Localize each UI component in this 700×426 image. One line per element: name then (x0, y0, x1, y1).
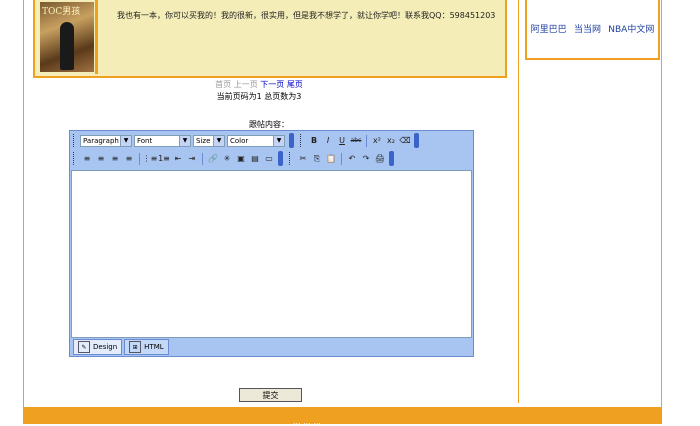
copy-icon[interactable]: ⎘ (311, 153, 323, 165)
partner-links-box: 阿里巴巴 当当网 NBA中文网 (525, 0, 660, 60)
content-label: 跟帖内容： (249, 120, 289, 129)
bullet-list-icon[interactable]: ⋮≡ (143, 153, 158, 165)
avatar: TOC男孩 (40, 2, 94, 72)
page-info: 当前页码为1 总页数为3 (216, 92, 302, 101)
toolbar-grip[interactable] (300, 134, 304, 147)
chevron-down-icon: ▼ (120, 135, 131, 146)
strikethrough-button[interactable]: abc (350, 135, 362, 147)
link-icon[interactable]: 🔗 (207, 153, 219, 165)
editor-content-area[interactable] (71, 170, 472, 338)
tab-html-label: HTML (144, 343, 164, 351)
size-select[interactable]: Size ▼ (193, 134, 225, 147)
superscript-button[interactable]: x² (371, 135, 383, 147)
footer-bar: ... ... ... (23, 407, 662, 426)
chevron-down-icon: ▼ (179, 135, 190, 146)
tab-design-label: Design (93, 343, 118, 351)
avatar-cell: TOC男孩 (37, 0, 97, 74)
chevron-down-icon: ▼ (273, 135, 284, 146)
undo-icon[interactable]: ↶ (346, 153, 358, 165)
submit-button[interactable]: 提交 (239, 388, 302, 402)
table-icon[interactable]: ▤ (249, 153, 261, 165)
design-pencil-icon: ✎ (78, 341, 90, 353)
footer-text: ... ... ... (293, 417, 321, 426)
outdent-icon[interactable]: ⇤ (172, 153, 184, 165)
tab-html[interactable]: ⊞ HTML (124, 339, 169, 355)
toolbar-separator (139, 152, 140, 165)
horizontal-rule-icon[interactable]: ▭ (263, 153, 275, 165)
align-center-icon[interactable]: ≡ (95, 153, 107, 165)
link-dangdang[interactable]: 当当网 (574, 22, 601, 35)
tab-design[interactable]: ✎ Design (73, 339, 123, 355)
pager-prev: 上一页 (233, 80, 258, 89)
reply-text: 我也有一本，你可以买我的！我的很新，很实用，但是我不想学了，就让你学吧！联系我Q… (117, 11, 496, 20)
toolbar-end (289, 133, 294, 148)
rich-text-editor: Paragraph ▼ Font ▼ Size ▼ Color ▼ B I U abc … (69, 130, 474, 357)
pager-first: 首页 (215, 80, 232, 89)
toolbar-end (278, 151, 283, 166)
reply-post: TOC男孩 我也有一本，你可以买我的！我的很新，很实用，但是我不想学了，就让你学… (33, 0, 507, 78)
pager-last[interactable]: 尾页 (287, 80, 303, 89)
avatar-title: TOC男孩 (42, 7, 81, 17)
cut-icon[interactable]: ✂ (297, 153, 309, 165)
eraser-icon[interactable]: ⌫ (399, 135, 411, 147)
toolbar-grip[interactable] (289, 152, 293, 165)
redo-icon[interactable]: ↷ (360, 153, 372, 165)
toolbar-row-2: ≡ ≡ ≡ ≡ ⋮≡ 1≡ ⇤ ⇥ 🔗 ✳ ▣ ▤ ▭ ✂ ⎘ 📋 ↶ ↷ 🖨 (71, 150, 398, 167)
color-select[interactable]: Color ▼ (227, 134, 285, 147)
pager-next[interactable]: 下一页 (260, 80, 284, 89)
image-icon[interactable]: ▣ (235, 153, 247, 165)
bold-button[interactable]: B (308, 135, 320, 147)
toolbar-grip[interactable] (73, 134, 77, 147)
toolbar-separator (202, 152, 203, 165)
toolbar-end (414, 133, 419, 148)
special-char-icon[interactable]: ✳ (221, 153, 233, 165)
paste-icon[interactable]: 📋 (325, 153, 337, 165)
editor-mode-tabs: ✎ Design ⊞ HTML (71, 339, 472, 355)
pager: 首页 上一页 下一页 尾页 (0, 79, 518, 90)
align-left-icon[interactable]: ≡ (81, 153, 93, 165)
toolbar-grip[interactable] (73, 152, 77, 165)
html-source-icon: ⊞ (129, 341, 142, 353)
subscript-button[interactable]: x₂ (385, 135, 397, 147)
link-alibaba[interactable]: 阿里巴巴 (531, 22, 567, 35)
align-right-icon[interactable]: ≡ (109, 153, 121, 165)
indent-icon[interactable]: ⇥ (186, 153, 198, 165)
paragraph-select[interactable]: Paragraph ▼ (80, 134, 132, 147)
toolbar-separator (366, 134, 367, 147)
toolbar-row-1: Paragraph ▼ Font ▼ Size ▼ Color ▼ B I U abc … (71, 132, 423, 149)
print-icon[interactable]: 🖨 (374, 153, 386, 165)
font-select[interactable]: Font ▼ (134, 134, 191, 147)
link-nba[interactable]: NBA中文网 (608, 22, 654, 35)
numbered-list-icon[interactable]: 1≡ (158, 153, 170, 165)
toolbar-end (389, 151, 394, 166)
underline-button[interactable]: U (336, 135, 348, 147)
avatar-person-shape (60, 22, 74, 70)
toolbar-separator (341, 152, 342, 165)
italic-button[interactable]: I (322, 135, 334, 147)
chevron-down-icon: ▼ (213, 135, 224, 146)
align-justify-icon[interactable]: ≡ (123, 153, 135, 165)
